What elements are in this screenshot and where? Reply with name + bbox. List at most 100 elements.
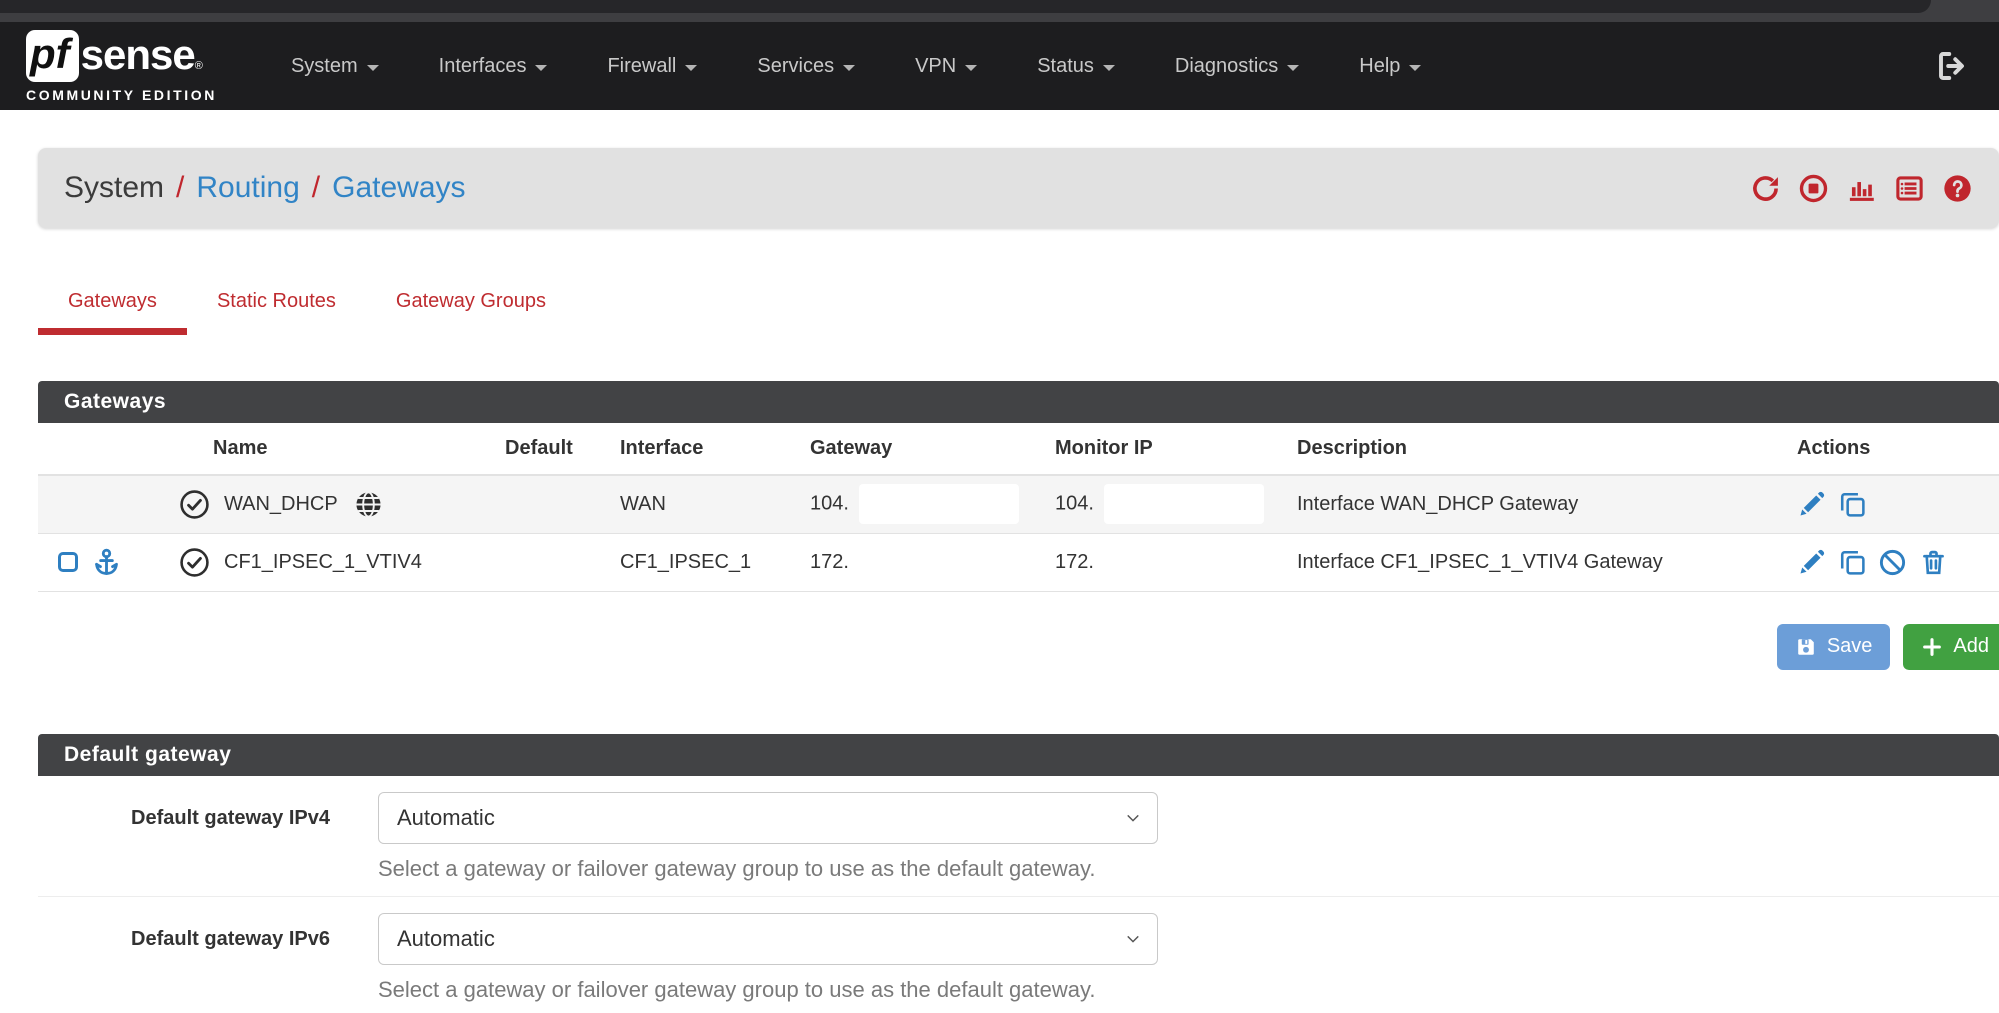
- default-gateway-ipv4-select[interactable]: Automatic: [378, 792, 1158, 844]
- actions-cell: [1785, 533, 1999, 591]
- main-menu: System Interfaces Firewall Services VPN …: [261, 22, 1451, 110]
- menu-services[interactable]: Services: [727, 22, 885, 110]
- menu-label: Interfaces: [439, 55, 527, 78]
- stop-circle-icon[interactable]: [1798, 173, 1829, 204]
- redaction-box: [1104, 484, 1264, 524]
- gateways-panel: Gateways Name Default Interface Gateway …: [38, 381, 1999, 592]
- breadcrumb-actions: [1750, 173, 1973, 204]
- col-gateway: Gateway: [798, 423, 1043, 475]
- col-default: Default: [493, 423, 608, 475]
- default-gateway-ipv6-label: Default gateway IPv6: [38, 913, 330, 965]
- col-row-icons: [38, 423, 163, 475]
- browser-tab-strip: [0, 0, 1999, 22]
- edit-pencil-icon[interactable]: [1797, 490, 1826, 519]
- menu-status[interactable]: Status: [1007, 22, 1145, 110]
- pfsense-logo[interactable]: pf sense ® COMMUNITY EDITION: [26, 30, 217, 103]
- plus-icon: [1921, 636, 1943, 658]
- logo-pf: pf: [26, 30, 79, 82]
- monitor-ip-value: 104.: [1055, 493, 1094, 515]
- check-circle-icon: [179, 547, 210, 578]
- anchor-icon: [91, 547, 122, 578]
- breadcrumb: System / Routing / Gateways: [64, 171, 466, 205]
- default-gateway-panel-title: Default gateway: [38, 734, 1999, 776]
- gateway-value: 172.: [810, 551, 849, 573]
- redaction-box: [859, 484, 1019, 524]
- copy-icon[interactable]: [1838, 490, 1867, 519]
- default-gateway-ipv6-help: Select a gateway or failover gateway gro…: [38, 977, 1999, 1003]
- globe-icon: [354, 490, 383, 519]
- col-name: Name: [163, 423, 493, 475]
- menu-firewall[interactable]: Firewall: [577, 22, 727, 110]
- browser-active-tab: [0, 0, 1931, 13]
- add-button[interactable]: Add: [1903, 624, 1999, 670]
- edit-pencil-icon[interactable]: [1797, 548, 1826, 577]
- description-cell: Interface CF1_IPSEC_1_VTIV4 Gateway: [1285, 533, 1785, 591]
- sign-out-icon[interactable]: [1935, 48, 1971, 84]
- description-cell: Interface WAN_DHCP Gateway: [1285, 475, 1785, 533]
- gateway-row-cf1-ipsec: CF1_IPSEC_1_VTIV4 CF1_IPSEC_1 172. 172. …: [38, 533, 1999, 591]
- save-floppy-icon: [1795, 636, 1817, 658]
- breadcrumb-bar: System / Routing / Gateways: [38, 148, 1999, 228]
- breadcrumb-separator: /: [176, 171, 184, 205]
- chevron-down-icon: [367, 65, 379, 71]
- default-gateway-ipv4-label: Default gateway IPv4: [38, 792, 330, 844]
- default-gateway-ipv6-select[interactable]: Automatic: [378, 913, 1158, 965]
- default-gateway-panel: Default gateway Default gateway IPv4 Aut…: [38, 734, 1999, 1013]
- monitor-ip-value: 172.: [1055, 551, 1094, 573]
- tab-gateway-groups[interactable]: Gateway Groups: [366, 286, 576, 335]
- navbar: pf sense ® COMMUNITY EDITION System Inte…: [0, 22, 1999, 110]
- breadcrumb-routing-link[interactable]: Routing: [196, 171, 299, 205]
- actions-cell: [1785, 475, 1999, 533]
- menu-diagnostics[interactable]: Diagnostics: [1145, 22, 1329, 110]
- delete-trash-icon[interactable]: [1919, 548, 1948, 577]
- chevron-down-icon: [535, 65, 547, 71]
- list-icon[interactable]: [1894, 173, 1925, 204]
- tab-gateways[interactable]: Gateways: [38, 286, 187, 335]
- chart-bar-icon[interactable]: [1846, 173, 1877, 204]
- chevron-down-icon: [1103, 65, 1115, 71]
- monitor-ip-cell: 104.: [1043, 475, 1285, 533]
- breadcrumb-gateways-link[interactable]: Gateways: [332, 171, 465, 205]
- default-cell: [493, 533, 608, 591]
- col-monitor-ip: Monitor IP: [1043, 423, 1285, 475]
- default-gateway-ipv6-row: Default gateway IPv6 Automatic Select a …: [38, 897, 1999, 1013]
- save-button[interactable]: Save: [1777, 624, 1891, 670]
- chevron-down-icon: [965, 65, 977, 71]
- col-description: Description: [1285, 423, 1785, 475]
- help-circle-icon[interactable]: [1942, 173, 1973, 204]
- menu-vpn[interactable]: VPN: [885, 22, 1007, 110]
- breadcrumb-system: System: [64, 171, 164, 205]
- menu-label: Services: [757, 55, 834, 78]
- add-label: Add: [1953, 635, 1989, 658]
- menu-label: Help: [1359, 55, 1400, 78]
- default-gateway-ipv4-row: Default gateway IPv4 Automatic Select a …: [38, 776, 1999, 897]
- table-header-row: Name Default Interface Gateway Monitor I…: [38, 423, 1999, 475]
- default-cell: [493, 475, 608, 533]
- square-icon: [58, 552, 78, 572]
- refresh-icon[interactable]: [1750, 173, 1781, 204]
- menu-help[interactable]: Help: [1329, 22, 1451, 110]
- gateway-value: 104.: [810, 493, 849, 515]
- logo-subtitle: COMMUNITY EDITION: [26, 87, 217, 103]
- default-gateway-ipv4-help: Select a gateway or failover gateway gro…: [38, 856, 1999, 882]
- chevron-down-icon: [843, 65, 855, 71]
- breadcrumb-separator: /: [312, 171, 320, 205]
- logo-sense: sense: [81, 30, 195, 80]
- routing-tabs: Gateways Static Routes Gateway Groups: [38, 286, 1999, 335]
- gateways-panel-title: Gateways: [38, 381, 1999, 423]
- logo-registered-mark: ®: [195, 60, 203, 72]
- col-actions: Actions: [1785, 423, 1999, 475]
- disable-ban-icon[interactable]: [1878, 548, 1907, 577]
- menu-label: Status: [1037, 55, 1094, 78]
- chevron-down-icon: [685, 65, 697, 71]
- check-circle-icon: [179, 489, 210, 520]
- interface-cell: CF1_IPSEC_1: [608, 533, 798, 591]
- menu-interfaces[interactable]: Interfaces: [409, 22, 578, 110]
- tab-static-routes[interactable]: Static Routes: [187, 286, 366, 335]
- gateway-row-wan-dhcp: WAN_DHCP WAN 104.: [38, 475, 1999, 533]
- monitor-ip-cell: 172.: [1043, 533, 1285, 591]
- copy-icon[interactable]: [1838, 548, 1867, 577]
- menu-system[interactable]: System: [261, 22, 409, 110]
- gateway-cell: 172.: [798, 533, 1043, 591]
- menu-label: Diagnostics: [1175, 55, 1278, 78]
